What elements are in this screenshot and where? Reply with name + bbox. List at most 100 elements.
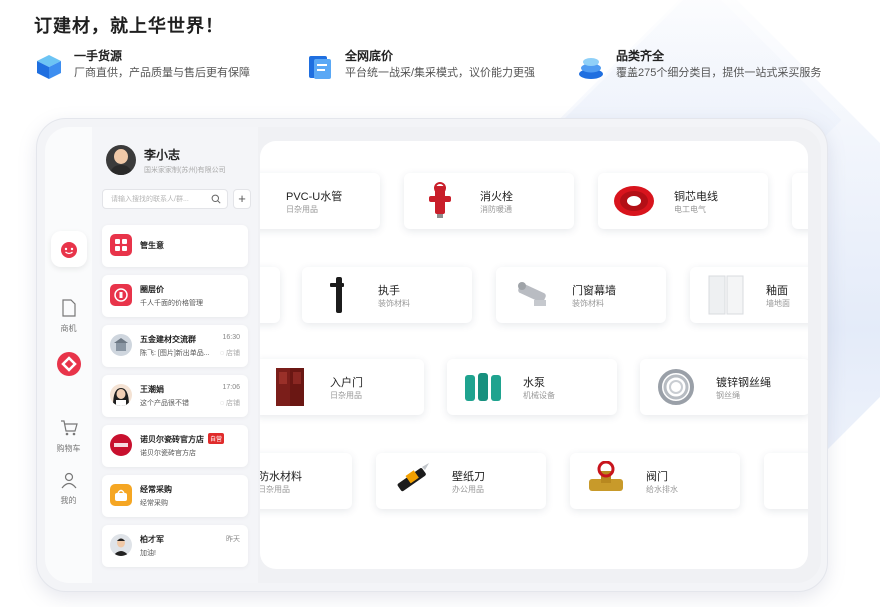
product-name: 执手: [378, 285, 400, 297]
cart-icon: [60, 420, 78, 436]
product-name: 门窗幕墙: [572, 285, 616, 297]
utility-knife-icon: [390, 461, 434, 501]
store-tag: ◌ 店铺: [219, 400, 240, 407]
product-card[interactable]: 防水材料 日杂用品: [260, 453, 352, 509]
product-name: 入户门: [330, 377, 363, 389]
product-category: 日杂用品: [286, 205, 318, 214]
feature-title: 一手货源: [74, 49, 123, 63]
product-name: 防水材料: [260, 471, 302, 483]
product-category: 电工电气: [674, 205, 706, 214]
shopping-basket-icon: [110, 484, 132, 506]
product-card[interactable]: 执手 装饰材料: [302, 267, 472, 323]
product-category: 给水排水: [646, 485, 678, 494]
feature-item: 一手货源 厂商直供，产品质量与售后更有保障: [34, 48, 250, 82]
chat-smile-icon: [60, 242, 77, 258]
search-row: 请输入搜找的联系人/群... +: [102, 189, 252, 209]
product-card[interactable]: 釉面 墙地面: [690, 267, 808, 323]
conversation-preview: 这个产品很不错: [140, 400, 189, 407]
product-name: 水泵: [523, 377, 545, 389]
tablet-mockup: 商机 购物车 我的 李小志 国米家家制(苏州)有限公司 请输入搜找的联系人/群.…: [36, 118, 828, 592]
product-card[interactable]: PVC-U水管 日杂用品: [260, 173, 380, 229]
nav-rail: 商机 购物车 我的: [45, 127, 92, 583]
category-stack-icon: [579, 58, 603, 79]
price-circle-icon: [110, 284, 132, 306]
conversation-item[interactable]: 经常采购 经常采购: [102, 475, 248, 517]
valve-icon: [584, 461, 628, 501]
conversation-time: 17:06: [222, 384, 240, 391]
search-placeholder: 请输入搜找的联系人/群...: [111, 196, 189, 203]
product-card[interactable]: 入户门 日杂用品: [260, 359, 424, 415]
conversation-item[interactable]: 五金建材交流群 陈飞: [图片]新出单品... 16:30 ◌ 店铺: [102, 325, 248, 367]
person-icon: [61, 472, 76, 489]
conversation-time: 昨天: [226, 536, 240, 543]
group-avatar: [110, 334, 132, 356]
store-tag: ◌ 店铺: [219, 350, 240, 357]
diamond-logo-icon: [56, 352, 81, 376]
search-icon: [211, 194, 221, 204]
rail-item-cart[interactable]: 购物车: [45, 415, 92, 454]
product-card[interactable]: 门窗幕墙 装饰材料: [496, 267, 666, 323]
product-card[interactable]: [764, 453, 808, 509]
product-category: 装饰材料: [572, 299, 604, 308]
user-profile[interactable]: 李小志 国米家家制(苏州)有限公司: [106, 145, 226, 175]
glazed-tile-icon: [704, 275, 748, 315]
product-card[interactable]: 阀门 给水排水: [570, 453, 740, 509]
product-card[interactable]: 铜芯电线 电工电气: [598, 173, 768, 229]
rail-item-label: 我的: [60, 496, 77, 505]
water-pump-icon: [461, 367, 505, 407]
feature-item: 全网底价 平台统一战采/集采模式，议价能力更强: [305, 48, 535, 82]
pvc-pipe-icon: [260, 181, 268, 221]
fire-hydrant-icon: [418, 181, 462, 221]
conversation-item[interactable]: 柏才军 加油! 昨天: [102, 525, 248, 567]
product-name: 铜芯电线: [674, 191, 718, 203]
conversation-item[interactable]: 圈层价 千人千面的价格管理: [102, 275, 248, 317]
conversation-panel: 李小志 国米家家制(苏州)有限公司 请输入搜找的联系人/群... + 管生意 圈…: [92, 127, 258, 583]
conversation-preview: 陈飞: [图片]新出单品...: [140, 350, 210, 357]
product-name: 消火栓: [480, 191, 513, 203]
conversation-name: 管生意: [140, 241, 164, 250]
product-category: 消防暖通: [480, 205, 512, 214]
feature-desc: 覆盖275个细分类目，提供一站式采买服务: [616, 67, 822, 79]
conversation-name: 柏才军: [140, 535, 164, 544]
conversation-preview: 千人千面的价格管理: [140, 300, 203, 307]
copper-wire-icon: [612, 181, 656, 221]
product-card[interactable]: 镀锌钢丝绳 钢丝绳: [640, 359, 808, 415]
user-name: 李小志: [144, 147, 181, 162]
product-card[interactable]: 水泵 机械设备: [447, 359, 617, 415]
feature-item: 品类齐全 覆盖275个细分类目，提供一站式采买服务: [576, 48, 836, 82]
product-category: 日杂用品: [260, 485, 290, 494]
rail-item-business[interactable]: 商机: [45, 295, 92, 334]
product-category: 装饰材料: [378, 299, 410, 308]
self-operated-badge: 自营: [208, 433, 225, 444]
product-card[interactable]: [260, 267, 280, 323]
product-name: 阀门: [646, 471, 668, 483]
box-source-icon: [37, 55, 61, 79]
wire-rope-icon: [654, 367, 698, 407]
search-input[interactable]: 请输入搜找的联系人/群...: [102, 189, 228, 209]
rail-item-home[interactable]: [45, 351, 92, 379]
conversation-item[interactable]: 王潮娟 这个产品很不错 17:06 ◌ 店铺: [102, 375, 248, 417]
product-card[interactable]: [792, 173, 808, 229]
price-tag-icon: [309, 56, 331, 79]
add-button[interactable]: +: [233, 189, 251, 209]
product-card[interactable]: 消火栓 消防暖通: [404, 173, 574, 229]
product-category: 钢丝绳: [716, 391, 740, 400]
feature-desc: 平台统一战采/集采模式，议价能力更强: [345, 67, 536, 79]
conversation-item[interactable]: 管生意: [102, 225, 248, 267]
feature-title: 品类齐全: [616, 49, 665, 63]
rail-item-messages[interactable]: [45, 237, 92, 265]
conversation-name: 诺贝尔瓷砖官方店: [140, 435, 204, 444]
store-logo: [110, 434, 132, 456]
conversation-preview: 经常采购: [140, 500, 168, 507]
lock-cylinder-icon: [510, 275, 554, 315]
product-card[interactable]: 壁纸刀 办公用品: [376, 453, 546, 509]
product-category: 机械设备: [523, 391, 555, 400]
product-name: 壁纸刀: [452, 471, 485, 483]
product-name: PVC-U水管: [286, 191, 343, 203]
conversation-item[interactable]: 诺贝尔瓷砖官方店 自营 诺贝尔瓷砖官方店: [102, 425, 248, 467]
rail-item-me[interactable]: 我的: [45, 467, 92, 506]
entry-door-icon: [268, 367, 312, 407]
avatar: [106, 145, 136, 175]
conversation-name: 五金建材交流群: [140, 335, 196, 344]
product-showcase: PVC-U水管 日杂用品 消火栓 消防暖通 铜芯电线 电工电气 执手 装饰材料 …: [260, 141, 808, 569]
